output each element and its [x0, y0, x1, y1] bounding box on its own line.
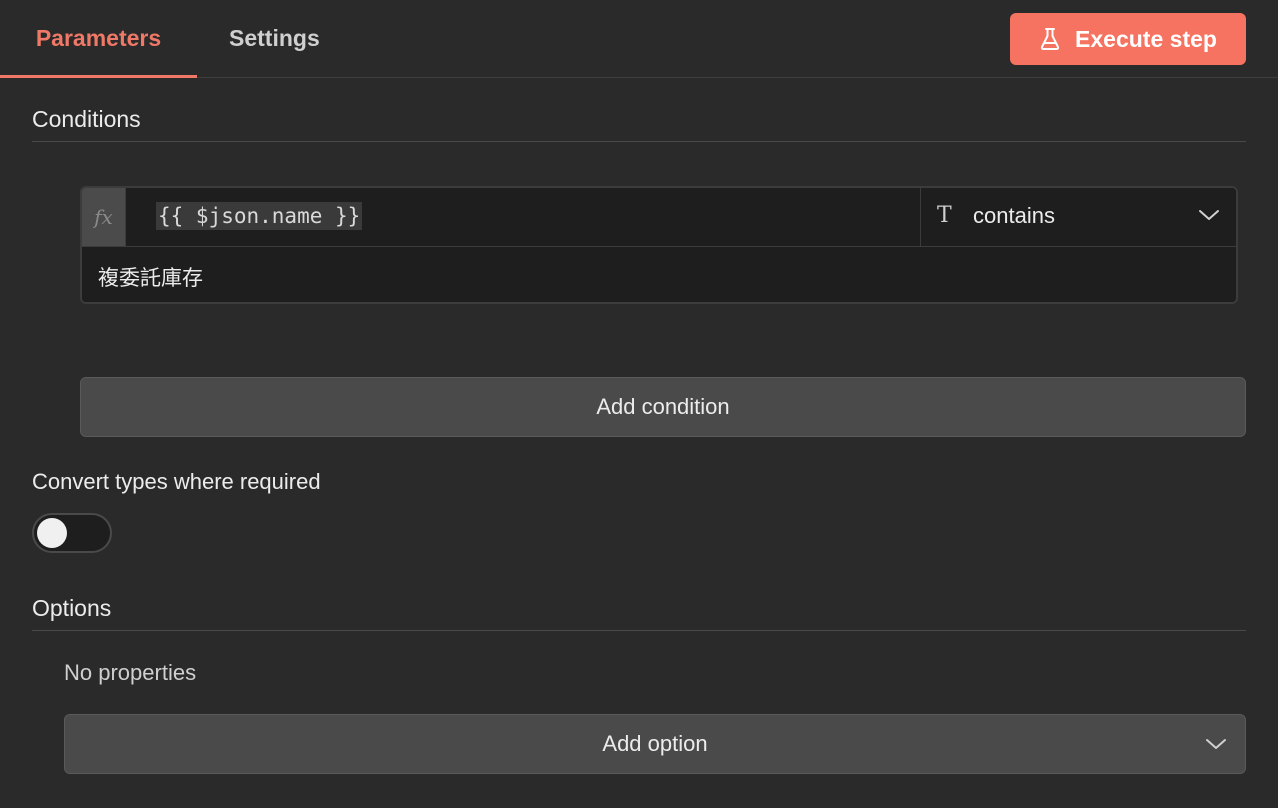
execute-step-label: Execute step	[1075, 25, 1217, 52]
right-value-text: 複委託庫存	[98, 266, 203, 290]
chevron-down-icon	[1206, 739, 1226, 749]
convert-types-toggle[interactable]	[32, 513, 112, 553]
right-value-input[interactable]: 複委託庫存	[82, 247, 1236, 302]
left-value-expression: {{ $json.name }}	[156, 202, 363, 230]
add-condition-button[interactable]: Add condition	[80, 377, 1246, 437]
operator-select[interactable]: T contains	[920, 188, 1236, 246]
conditions-heading: Conditions	[32, 106, 1246, 142]
add-option-label: Add option	[602, 731, 708, 756]
tab-parameters[interactable]: Parameters	[0, 0, 197, 78]
operator-label: contains	[973, 203, 1055, 228]
options-heading: Options	[32, 595, 1246, 631]
string-type-icon: T	[937, 203, 952, 228]
add-option-button[interactable]: Add option	[64, 714, 1246, 774]
expression-fx-icon: fx	[82, 188, 126, 246]
flask-icon	[1039, 27, 1061, 51]
toggle-knob	[37, 518, 67, 548]
node-header: Parameters Settings Execute step	[0, 0, 1278, 78]
no-properties-text: No properties	[64, 660, 197, 685]
chevron-down-icon	[1199, 210, 1219, 220]
left-value-input[interactable]: {{ $json.name }}	[126, 188, 964, 246]
condition-row: fx {{ $json.name }} T contains 複委託庫存	[80, 186, 1238, 304]
execute-step-button[interactable]: Execute step	[1010, 13, 1246, 65]
convert-types-label: Convert types where required	[32, 469, 321, 494]
tab-settings[interactable]: Settings	[229, 0, 320, 78]
